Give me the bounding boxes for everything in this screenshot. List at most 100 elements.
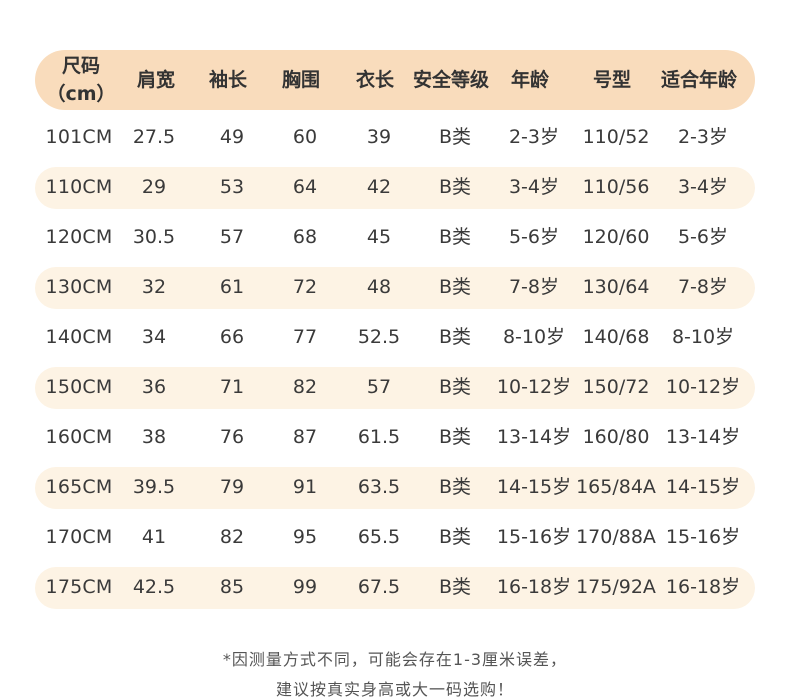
cell-chest: 99	[292, 576, 318, 599]
cell-suitable-age: 15-16岁	[665, 526, 741, 549]
cell-safety-level: B类	[438, 126, 472, 149]
cell-fit-code: 160/80	[582, 426, 650, 449]
table-header-row: 尺码（cm） 肩宽 袖长 胸围 衣长 安全等级 年龄 号型 适合年龄	[35, 50, 755, 110]
cell-age: 7-8岁	[508, 276, 560, 299]
cell-sleeve-length: 82	[219, 526, 245, 549]
cell-shoulder-width: 27.5	[132, 126, 176, 149]
cell-fit-code: 140/68	[582, 326, 650, 349]
header-size: 尺码（cm）	[46, 55, 116, 105]
cell-age: 14-15岁	[496, 476, 572, 499]
cell-age: 2-3岁	[508, 126, 560, 149]
table-row: 175CM 42.5 85 99 67.5 B类 16-18岁 175/92A …	[35, 567, 755, 609]
cell-chest: 60	[292, 126, 318, 149]
cell-chest: 64	[292, 176, 318, 199]
header-chest: 胸围	[281, 69, 320, 91]
header-shoulder-width: 肩宽	[136, 69, 175, 91]
cell-safety-level: B类	[438, 476, 472, 499]
table-row: 150CM 36 71 82 57 B类 10-12岁 150/72 10-12…	[35, 367, 755, 409]
measurement-error-note: *因测量方式不同，可能会存在1-3厘米误差，	[222, 650, 568, 669]
cell-shoulder-width: 41	[141, 526, 167, 549]
cell-size: 120CM	[45, 226, 113, 249]
table-row: 170CM 41 82 95 65.5 B类 15-16岁 170/88A 15…	[35, 517, 755, 559]
cell-suitable-age: 8-10岁	[671, 326, 735, 349]
cell-suitable-age: 13-14岁	[665, 426, 741, 449]
cell-fit-code: 120/60	[582, 226, 650, 249]
cell-shoulder-width: 30.5	[132, 226, 176, 249]
cell-chest: 82	[292, 376, 318, 399]
cell-age: 5-6岁	[508, 226, 560, 249]
cell-chest: 91	[292, 476, 318, 499]
cell-safety-level: B类	[438, 176, 472, 199]
cell-suitable-age: 3-4岁	[677, 176, 729, 199]
cell-suitable-age: 7-8岁	[677, 276, 729, 299]
cell-size: 170CM	[45, 526, 113, 549]
cell-sleeve-length: 61	[219, 276, 245, 299]
cell-sleeve-length: 76	[219, 426, 245, 449]
cell-sleeve-length: 79	[219, 476, 245, 499]
cell-safety-level: B类	[438, 576, 472, 599]
cell-garment-length: 39	[366, 126, 392, 149]
cell-shoulder-width: 38	[141, 426, 167, 449]
table-row: 120CM 30.5 57 68 45 B类 5-6岁 120/60 5-6岁	[35, 217, 755, 259]
cell-shoulder-width: 42.5	[132, 576, 176, 599]
cell-shoulder-width: 32	[141, 276, 167, 299]
cell-garment-length: 42	[366, 176, 392, 199]
cell-shoulder-width: 34	[141, 326, 167, 349]
cell-fit-code: 110/56	[582, 176, 650, 199]
cell-chest: 72	[292, 276, 318, 299]
size-chart-table: 尺码（cm） 肩宽 袖长 胸围 衣长 安全等级 年龄 号型 适合年龄 101CM…	[35, 50, 755, 609]
purchase-advice-note: 建议按真实身高或大一码选购！	[275, 680, 514, 699]
cell-age: 15-16岁	[496, 526, 572, 549]
cell-size: 165CM	[45, 476, 113, 499]
table-row: 130CM 32 61 72 48 B类 7-8岁 130/64 7-8岁	[35, 267, 755, 309]
cell-fit-code: 150/72	[582, 376, 650, 399]
cell-safety-level: B类	[438, 326, 472, 349]
cell-shoulder-width: 39.5	[132, 476, 176, 499]
cell-size: 110CM	[45, 176, 113, 199]
cell-size: 101CM	[45, 126, 113, 149]
cell-age: 16-18岁	[496, 576, 572, 599]
cell-suitable-age: 10-12岁	[665, 376, 741, 399]
cell-suitable-age: 14-15岁	[665, 476, 741, 499]
cell-fit-code: 165/84A	[576, 476, 656, 499]
cell-safety-level: B类	[438, 376, 472, 399]
cell-sleeve-length: 49	[219, 126, 245, 149]
cell-garment-length: 57	[366, 376, 392, 399]
table-row: 160CM 38 76 87 61.5 B类 13-14岁 160/80 13-…	[35, 417, 755, 459]
cell-safety-level: B类	[438, 276, 472, 299]
cell-safety-level: B类	[438, 226, 472, 249]
header-sleeve-length: 袖长	[208, 69, 247, 91]
cell-age: 13-14岁	[496, 426, 572, 449]
cell-safety-level: B类	[438, 426, 472, 449]
cell-sleeve-length: 85	[219, 576, 245, 599]
cell-chest: 95	[292, 526, 318, 549]
cell-size: 175CM	[45, 576, 113, 599]
cell-fit-code: 170/88A	[576, 526, 656, 549]
cell-fit-code: 110/52	[582, 126, 650, 149]
cell-age: 8-10岁	[502, 326, 566, 349]
cell-sleeve-length: 57	[219, 226, 245, 249]
cell-garment-length: 61.5	[357, 426, 401, 449]
cell-chest: 68	[292, 226, 318, 249]
cell-garment-length: 48	[366, 276, 392, 299]
cell-garment-length: 45	[366, 226, 392, 249]
header-garment-length: 衣长	[355, 69, 394, 91]
cell-chest: 77	[292, 326, 318, 349]
cell-size: 130CM	[45, 276, 113, 299]
cell-safety-level: B类	[438, 526, 472, 549]
cell-garment-length: 63.5	[357, 476, 401, 499]
header-safety-level: 安全等级	[412, 69, 489, 91]
table-row: 110CM 29 53 64 42 B类 3-4岁 110/56 3-4岁	[35, 167, 755, 209]
table-row: 165CM 39.5 79 91 63.5 B类 14-15岁 165/84A …	[35, 467, 755, 509]
cell-fit-code: 130/64	[582, 276, 650, 299]
cell-garment-length: 52.5	[357, 326, 401, 349]
cell-sleeve-length: 71	[219, 376, 245, 399]
cell-shoulder-width: 29	[141, 176, 167, 199]
cell-sleeve-length: 66	[219, 326, 245, 349]
cell-size: 150CM	[45, 376, 113, 399]
header-age: 年龄	[510, 69, 549, 91]
cell-garment-length: 65.5	[357, 526, 401, 549]
cell-shoulder-width: 36	[141, 376, 167, 399]
cell-size: 160CM	[45, 426, 113, 449]
cell-suitable-age: 2-3岁	[677, 126, 729, 149]
